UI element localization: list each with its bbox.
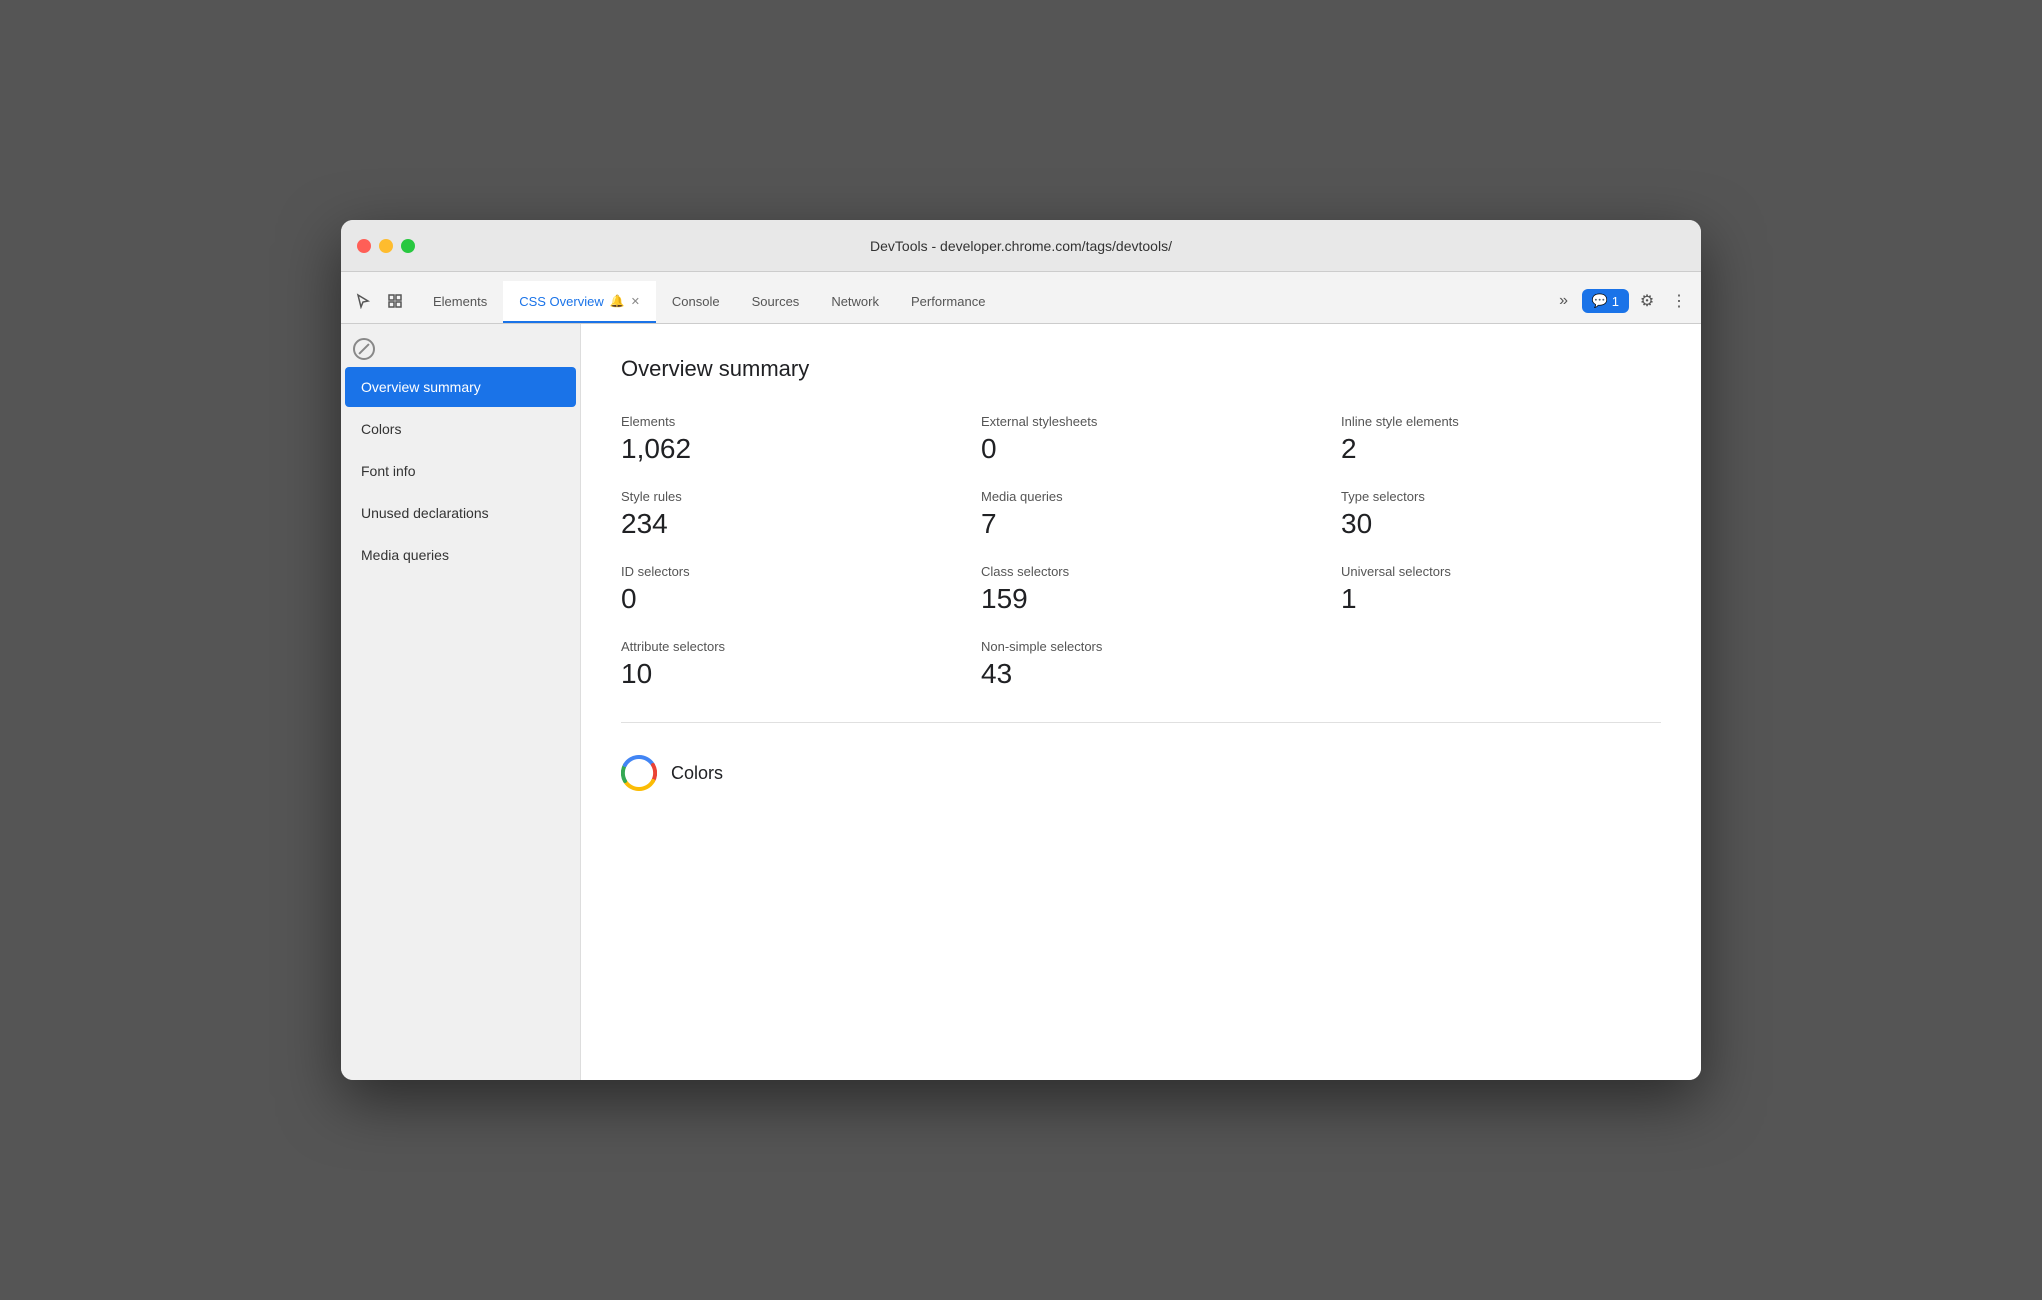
tabbar: Elements CSS Overview 🔔 ✕ Console Source… xyxy=(341,272,1701,324)
sidebar-item-overview-summary[interactable]: Overview summary xyxy=(345,367,576,407)
content-area[interactable]: Overview summary Elements 1,062 External… xyxy=(581,324,1701,1080)
stat-id-selectors: ID selectors 0 xyxy=(621,564,941,615)
stat-placeholder xyxy=(1341,639,1661,690)
tab-elements[interactable]: Elements xyxy=(417,281,503,323)
sidebar: Overview summary Colors Font info Unused… xyxy=(341,324,581,1080)
colors-icon xyxy=(621,755,657,791)
toolbar-icons xyxy=(349,287,409,323)
stat-elements: Elements 1,062 xyxy=(621,414,941,465)
traffic-lights xyxy=(357,239,415,253)
inspect-icon[interactable] xyxy=(381,287,409,315)
stats-grid: Elements 1,062 External stylesheets 0 In… xyxy=(621,414,1661,690)
window-title: DevTools - developer.chrome.com/tags/dev… xyxy=(870,238,1172,254)
section-title: Overview summary xyxy=(621,356,1661,382)
maximize-button[interactable] xyxy=(401,239,415,253)
more-tabs-button[interactable]: » xyxy=(1550,287,1578,315)
cursor-icon[interactable] xyxy=(349,287,377,315)
sidebar-item-colors[interactable]: Colors xyxy=(345,409,576,449)
colors-section: Colors xyxy=(621,747,1661,799)
stat-universal-selectors: Universal selectors 1 xyxy=(1341,564,1661,615)
notification-icon: 💬 xyxy=(1592,293,1608,309)
titlebar: DevTools - developer.chrome.com/tags/dev… xyxy=(341,220,1701,272)
settings-button[interactable]: ⚙ xyxy=(1633,287,1661,315)
stat-class-selectors: Class selectors 159 xyxy=(981,564,1301,615)
bell-icon: 🔔 xyxy=(610,294,625,308)
sidebar-item-font-info[interactable]: Font info xyxy=(345,451,576,491)
tab-network[interactable]: Network xyxy=(815,281,895,323)
tab-sources[interactable]: Sources xyxy=(736,281,816,323)
notification-button[interactable]: 💬 1 xyxy=(1582,289,1629,313)
close-button[interactable] xyxy=(357,239,371,253)
stat-attribute-selectors: Attribute selectors 10 xyxy=(621,639,941,690)
sidebar-item-media-queries[interactable]: Media queries xyxy=(345,535,576,575)
sidebar-icon-row xyxy=(341,332,580,366)
sidebar-item-unused-declarations[interactable]: Unused declarations xyxy=(345,493,576,533)
stat-external-stylesheets: External stylesheets 0 xyxy=(981,414,1301,465)
stat-type-selectors: Type selectors 30 xyxy=(1341,489,1661,540)
minimize-button[interactable] xyxy=(379,239,393,253)
more-options-button[interactable]: ⋮ xyxy=(1665,287,1693,315)
stat-inline-style-elements: Inline style elements 2 xyxy=(1341,414,1661,465)
content-inner: Overview summary Elements 1,062 External… xyxy=(581,324,1701,831)
stat-media-queries: Media queries 7 xyxy=(981,489,1301,540)
colors-section-title: Colors xyxy=(671,763,723,784)
main-area: Overview summary Colors Font info Unused… xyxy=(341,324,1701,1080)
tab-css-overview[interactable]: CSS Overview 🔔 ✕ xyxy=(503,281,656,323)
tabbar-right: » 💬 1 ⚙ ⋮ xyxy=(1550,287,1693,323)
block-icon xyxy=(353,338,375,360)
close-tab-icon[interactable]: ✕ xyxy=(631,295,640,308)
devtools-window: DevTools - developer.chrome.com/tags/dev… xyxy=(341,220,1701,1080)
tab-console[interactable]: Console xyxy=(656,281,736,323)
stat-style-rules: Style rules 234 xyxy=(621,489,941,540)
tab-performance[interactable]: Performance xyxy=(895,281,1001,323)
stat-non-simple-selectors: Non-simple selectors 43 xyxy=(981,639,1301,690)
section-divider xyxy=(621,722,1661,723)
